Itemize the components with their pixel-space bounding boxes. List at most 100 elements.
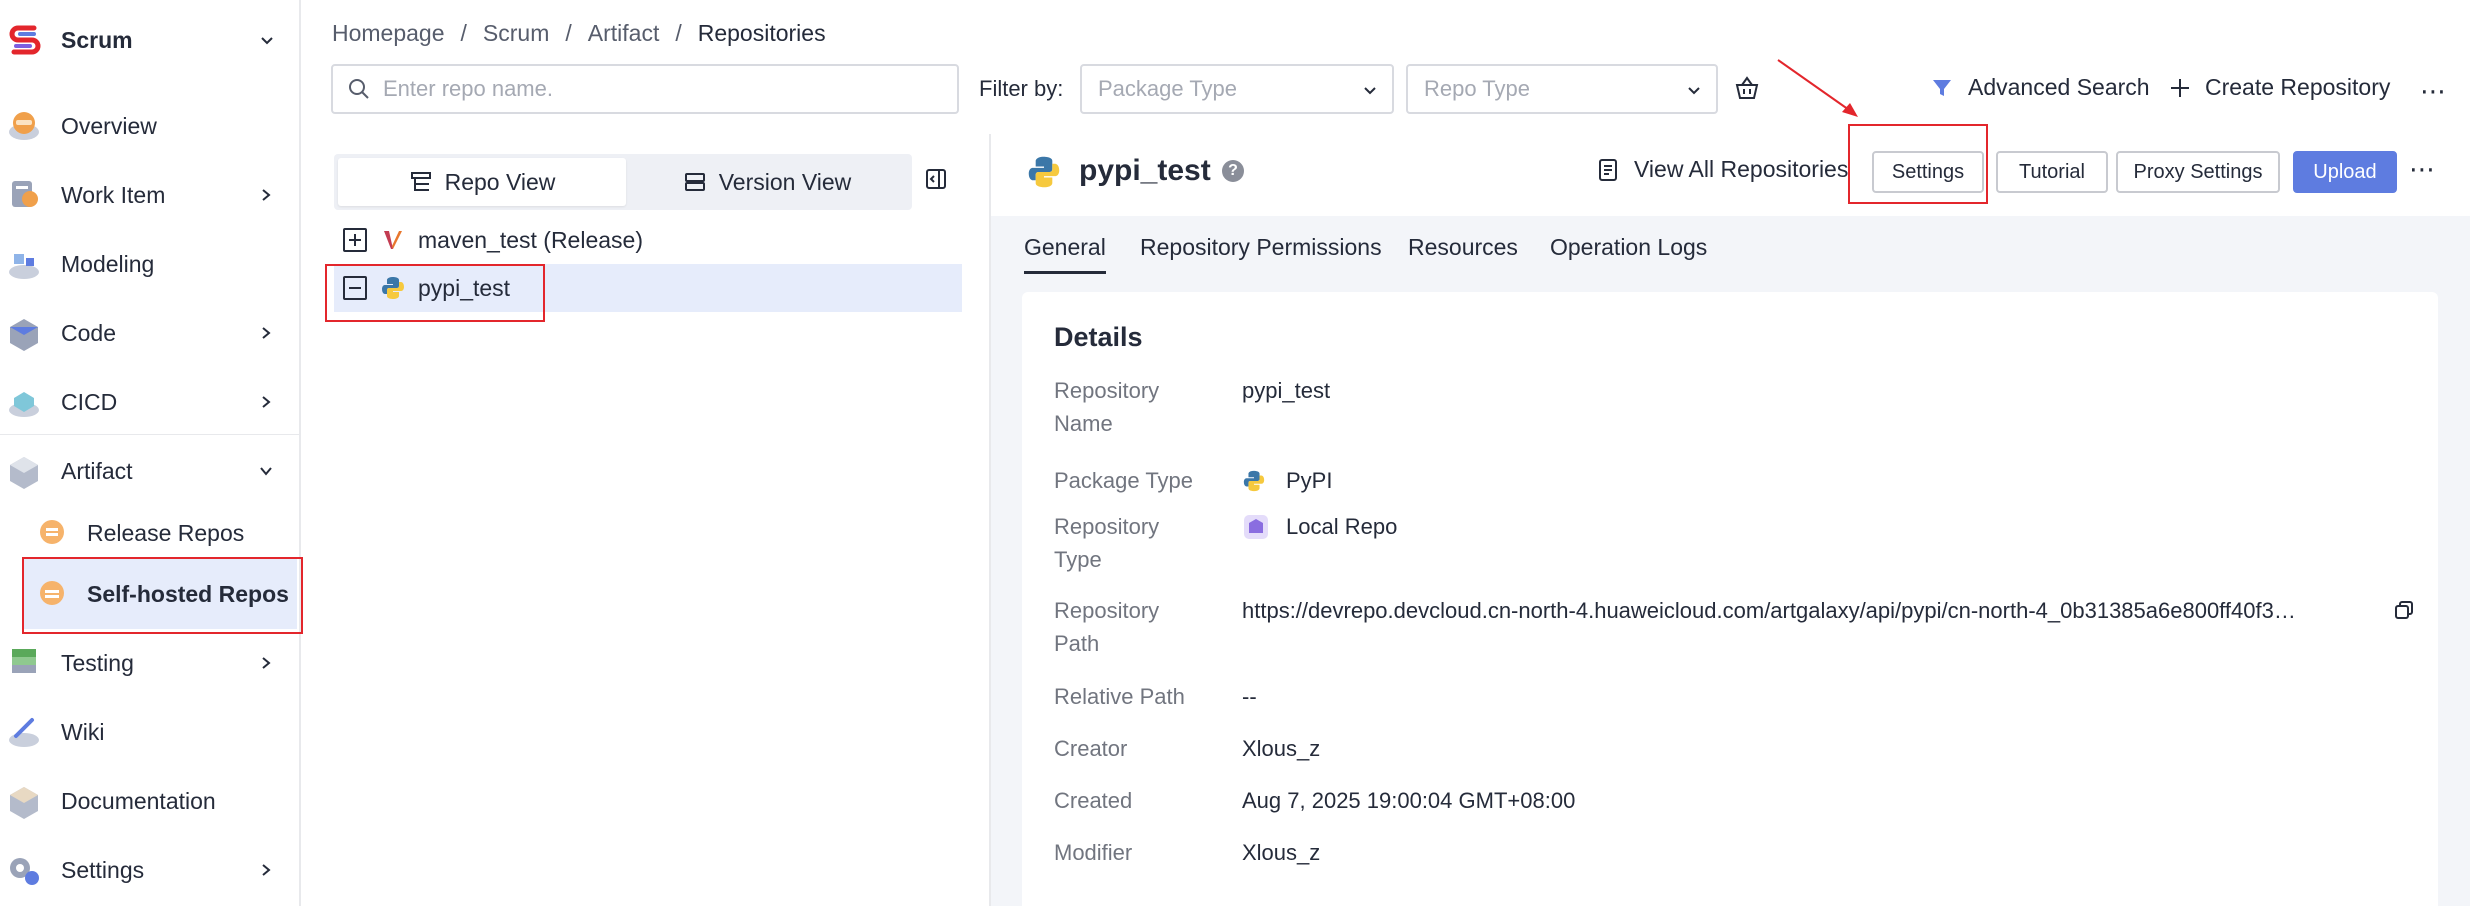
modeling-icon <box>9 254 39 279</box>
repository-path-value: https://devrepo.devcloud.cn-north-4.huaw… <box>1242 598 2296 623</box>
detail-value: Xlous_z <box>1242 840 1321 865</box>
advanced-search-button[interactable]: Advanced Search <box>1930 74 2150 101</box>
repo-title: pypi_test <box>1079 154 1211 187</box>
details-card: Details Repository Name pypi_test Packag… <box>1022 292 2438 906</box>
breadcrumb-artifact[interactable]: Artifact <box>588 20 660 47</box>
repo-tree-panel: Repo View Version View maven_test (Relea… <box>301 134 991 906</box>
detail-label: Relative Path <box>1054 684 1185 709</box>
tab-operation-logs[interactable]: Operation Logs <box>1550 234 1707 261</box>
tutorial-button[interactable]: Tutorial <box>1996 151 2108 193</box>
package-type-select[interactable]: Package Type <box>1080 64 1394 114</box>
repo-search-input[interactable] <box>383 76 923 102</box>
collapse-panel-icon[interactable] <box>924 167 948 191</box>
detail-value: pypi_test <box>1242 378 1331 403</box>
sidebar-subitem-release-repos[interactable]: Release Repos <box>22 498 297 568</box>
tree-item-pypi-test[interactable]: pypi_test <box>334 264 962 312</box>
python-icon <box>1028 156 1060 188</box>
detail-label: Creator <box>1054 736 1128 761</box>
sidebar-item-overview[interactable]: Overview <box>0 95 301 157</box>
project-name: Scrum <box>61 27 133 53</box>
filter-icon <box>1933 79 1951 96</box>
view-all-repositories-link[interactable]: View All Repositories <box>1598 156 1848 183</box>
repo-view-tab[interactable]: Repo View <box>338 158 626 206</box>
overview-icon <box>9 112 39 140</box>
chevron-right-icon <box>262 189 271 201</box>
sidebar-item-settings[interactable]: Settings <box>0 839 301 901</box>
sidebar-item-testing[interactable]: Testing <box>0 632 301 694</box>
create-repository-button[interactable]: Create Repository <box>2169 74 2390 101</box>
sidebar-item-code[interactable]: Code <box>0 302 301 364</box>
code-icon <box>10 319 38 351</box>
chevron-right-icon <box>262 657 271 669</box>
view-toggle: Repo View Version View <box>334 154 912 210</box>
upload-button[interactable]: Upload <box>2293 151 2397 193</box>
project-logo-icon <box>4 20 46 62</box>
artifact-icon <box>10 457 38 489</box>
document-icon <box>1599 158 1617 181</box>
version-view-icon <box>684 173 705 191</box>
clear-filter-icon[interactable] <box>1734 75 1760 101</box>
breadcrumb-separator: / <box>565 20 572 46</box>
detail-label: Modifier <box>1054 840 1133 865</box>
python-icon <box>382 277 404 299</box>
work-item-icon <box>12 181 38 207</box>
repo-type-select[interactable]: Repo Type <box>1406 64 1718 114</box>
search-icon <box>349 79 369 99</box>
filter-label: Filter by: <box>979 76 1064 101</box>
chevron-down-icon <box>260 467 272 476</box>
annotation-arrow-icon <box>1777 59 1858 117</box>
local-repo-icon <box>1244 514 1268 539</box>
repo-type-value: Local Repo <box>1242 510 1397 543</box>
sidebar-subitem-self-hosted-repos[interactable]: Self-hosted Repos <box>22 559 297 629</box>
wiki-icon <box>9 718 39 747</box>
sidebar-item-artifact[interactable]: Artifact <box>0 440 301 502</box>
proxy-settings-button[interactable]: Proxy Settings <box>2116 151 2280 193</box>
release-repos-icon <box>40 520 64 544</box>
sidebar-item-modeling[interactable]: Modeling <box>0 233 301 295</box>
sidebar-item-cicd[interactable]: CICD <box>0 371 301 433</box>
detail-value: Aug 7, 2025 19:00:04 GMT+08:00 <box>1242 788 1576 813</box>
tree-item-maven-test[interactable]: maven_test (Release) <box>334 216 962 264</box>
chevron-down-icon <box>1364 87 1376 95</box>
maven-icon <box>384 231 402 249</box>
detail-value: -- <box>1242 684 1257 709</box>
tab-general[interactable]: General <box>1024 234 1106 274</box>
expand-icon[interactable] <box>343 228 367 252</box>
tab-resources[interactable]: Resources <box>1408 234 1518 261</box>
repo-search-box[interactable] <box>331 64 959 114</box>
cicd-icon <box>9 392 39 417</box>
repo-view-icon <box>410 172 431 191</box>
sidebar: Scrum Overview Work Item Modeling Code C… <box>0 0 303 906</box>
sidebar-item-work-item[interactable]: Work Item <box>0 164 301 226</box>
chevron-down-icon[interactable] <box>259 33 275 49</box>
plus-icon <box>2171 78 2189 97</box>
breadcrumb-homepage[interactable]: Homepage <box>332 20 445 47</box>
detail-label: Repository Type <box>1054 514 1160 572</box>
breadcrumb-scrum[interactable]: Scrum <box>483 20 549 47</box>
detail-label: Package Type <box>1054 468 1194 493</box>
sidebar-divider <box>0 434 301 435</box>
detail-label: Created <box>1054 788 1133 813</box>
package-type-value: PyPI <box>1242 464 1332 497</box>
detail-label: Repository Path <box>1054 598 1160 656</box>
detail-value: Xlous_z <box>1242 736 1321 761</box>
repo-detail-header: pypi_test ? View All Repositories Settin… <box>991 124 2470 216</box>
python-icon <box>1243 470 1265 491</box>
chevron-down-icon <box>1688 87 1700 95</box>
collapse-icon[interactable] <box>343 276 367 300</box>
more-options-icon[interactable]: ⋯ <box>2409 154 2437 185</box>
sidebar-item-documentation[interactable]: Documentation <box>0 770 301 832</box>
more-options-icon[interactable]: ⋯ <box>2420 76 2448 107</box>
breadcrumb-separator: / <box>460 20 467 46</box>
sidebar-item-wiki[interactable]: Wiki <box>0 701 301 763</box>
settings-button[interactable]: Settings <box>1872 151 1984 193</box>
settings-icon <box>10 858 39 885</box>
chevron-right-icon <box>262 864 271 876</box>
project-switcher[interactable]: Scrum <box>0 0 301 82</box>
help-icon[interactable]: ? <box>1222 160 1244 182</box>
copy-icon[interactable] <box>2394 600 2414 620</box>
version-view-tab[interactable]: Version View <box>626 158 908 206</box>
breadcrumb: Homepage / Scrum / Artifact / Repositori… <box>332 20 826 47</box>
breadcrumb-repositories: Repositories <box>697 20 826 46</box>
tab-repository-permissions[interactable]: Repository Permissions <box>1140 234 1382 261</box>
